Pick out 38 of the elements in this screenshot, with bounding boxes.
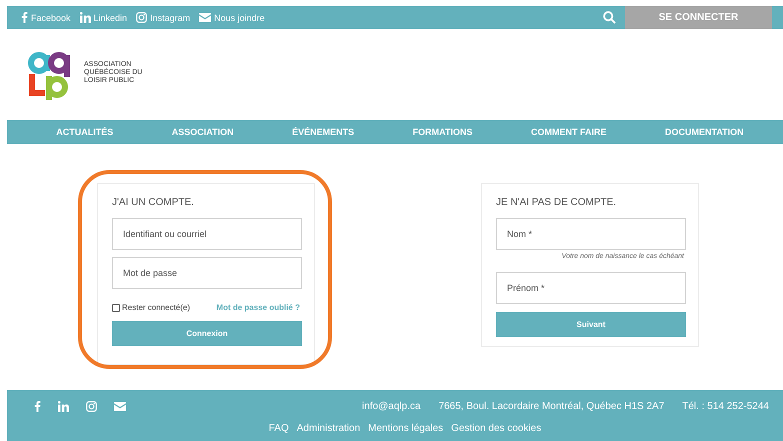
mail-icon [199, 13, 212, 22]
password-field[interactable]: Mot de passe [112, 257, 302, 289]
search-icon[interactable] [603, 11, 616, 24]
footer-link[interactable]: Gestion des cookies [451, 423, 542, 434]
next-button[interactable]: Suivant [496, 312, 686, 337]
linkedin-icon [80, 12, 91, 23]
username-field[interactable]: Identifiant ou courriel [112, 218, 302, 250]
nav-link[interactable]: ACTUALITÉS [56, 127, 114, 137]
first-name-field[interactable]: Prénom * [496, 272, 686, 304]
nav-link[interactable]: DOCUMENTATION [665, 127, 744, 137]
forgot-password-link[interactable]: Mot de passe oublié ? [216, 303, 300, 312]
social-link[interactable]: Nous joindre [199, 12, 265, 22]
login-submit-button[interactable]: Connexion [112, 321, 302, 346]
footer-link[interactable]: FAQ [268, 423, 289, 434]
footer-phone: Tél. : 514 252-5244 [682, 401, 769, 412]
mail-icon[interactable] [114, 402, 126, 411]
login-button[interactable]: SE CONNECTER [625, 6, 772, 29]
footer-address: 7665, Boul. Lacordaire Montréal, Québec H1S 2A7 [438, 401, 664, 412]
last-name-field[interactable]: Nom * [496, 218, 686, 250]
social-link[interactable]: Instagram [136, 12, 190, 23]
nav-link[interactable]: ASSOCIATION [172, 127, 234, 137]
footer-email[interactable]: info@aqlp.ca [362, 401, 421, 412]
social-link[interactable]: Linkedin [80, 12, 128, 23]
instagram-icon[interactable] [86, 401, 97, 412]
linkedin-icon[interactable] [58, 401, 69, 412]
social-link[interactable]: Facebook [21, 12, 71, 23]
card-title: J'AI UN COMPTE. [112, 197, 195, 208]
checkbox-label: Rester connecté(e) [122, 303, 190, 312]
nav-link[interactable]: ÉVÉNEMENTS [292, 127, 354, 137]
card-title: JE N'AI PAS DE COMPTE. [496, 197, 618, 208]
facebook-icon [21, 12, 28, 23]
nav-link[interactable]: FORMATIONS [412, 127, 472, 137]
footer-link[interactable]: Administration [296, 423, 360, 434]
footer-link[interactable]: Mentions légales [368, 423, 444, 434]
instagram-icon [136, 12, 148, 23]
nav-link[interactable]: COMMENT FAIRE [531, 127, 606, 137]
facebook-icon[interactable] [34, 401, 41, 412]
remember-checkbox[interactable] [112, 304, 120, 312]
